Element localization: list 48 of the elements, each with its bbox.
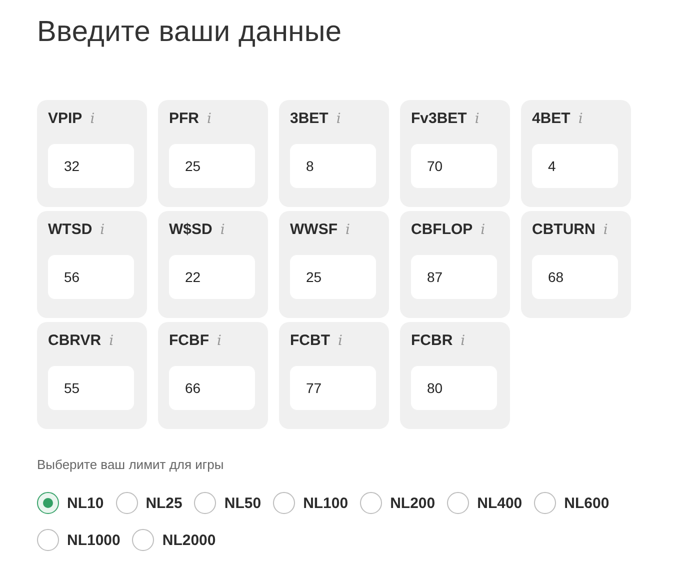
stat-label: WTSD [48, 221, 92, 238]
stat-input[interactable]: 87 [411, 255, 497, 299]
stat-input[interactable]: 4 [532, 144, 618, 188]
stat-input[interactable]: 68 [532, 255, 618, 299]
stat-input[interactable]: 77 [290, 366, 376, 410]
stat-label: WWSF [290, 221, 338, 238]
radio-button[interactable] [534, 492, 556, 514]
stat-input[interactable]: 56 [48, 255, 134, 299]
radio-label[interactable]: NL200 [390, 494, 436, 512]
stat-label: VPIP [48, 110, 82, 127]
stat-input[interactable]: 55 [48, 366, 134, 410]
stat-label: W$SD [169, 221, 212, 238]
stat-input[interactable]: 66 [169, 366, 255, 410]
radio-label[interactable]: NL600 [564, 494, 610, 512]
stat-input[interactable]: 32 [48, 144, 134, 188]
radio-label[interactable]: NL10 [67, 494, 104, 512]
stat-input[interactable]: 25 [169, 144, 255, 188]
stat-label: CBFLOP [411, 221, 473, 238]
radio-label[interactable]: NL100 [303, 494, 348, 512]
stat-input[interactable]: 8 [290, 144, 376, 188]
stat-label: FCBR [411, 332, 453, 349]
radio-button[interactable] [447, 492, 470, 514]
radio-label[interactable]: NL50 [224, 494, 262, 512]
stat-label: CBRVR [48, 332, 102, 349]
radio-label[interactable]: NL25 [146, 494, 182, 512]
radio-button[interactable] [273, 492, 296, 514]
stat-label: CBTURN [532, 221, 596, 238]
page-title: Введите ваши данные [37, 16, 343, 49]
radio-label[interactable]: NL400 [477, 494, 522, 512]
stat-label: 3BET [290, 110, 328, 127]
stat-label: Fv3BET [411, 110, 467, 127]
stat-input[interactable]: 22 [169, 255, 255, 299]
radio-button[interactable] [116, 492, 138, 514]
stat-label: FCBF [169, 332, 209, 349]
radio-button[interactable] [37, 492, 59, 514]
radio-label[interactable]: NL1000 [67, 532, 120, 548]
radio-button[interactable] [360, 492, 382, 514]
stat-input[interactable]: 25 [290, 255, 376, 299]
stat-input[interactable]: 80 [411, 366, 497, 410]
limit-label: Выберите ваш лимит для игры [37, 457, 225, 472]
stat-label: PFR [169, 110, 199, 127]
radio-button[interactable] [132, 529, 154, 551]
stat-label: 4BET [532, 110, 570, 127]
stat-label: FCBT [290, 332, 330, 349]
radio-button[interactable] [37, 529, 59, 551]
radio-button[interactable] [194, 492, 216, 514]
radio-label[interactable]: NL2000 [162, 532, 216, 548]
stat-input[interactable]: 70 [411, 144, 497, 188]
